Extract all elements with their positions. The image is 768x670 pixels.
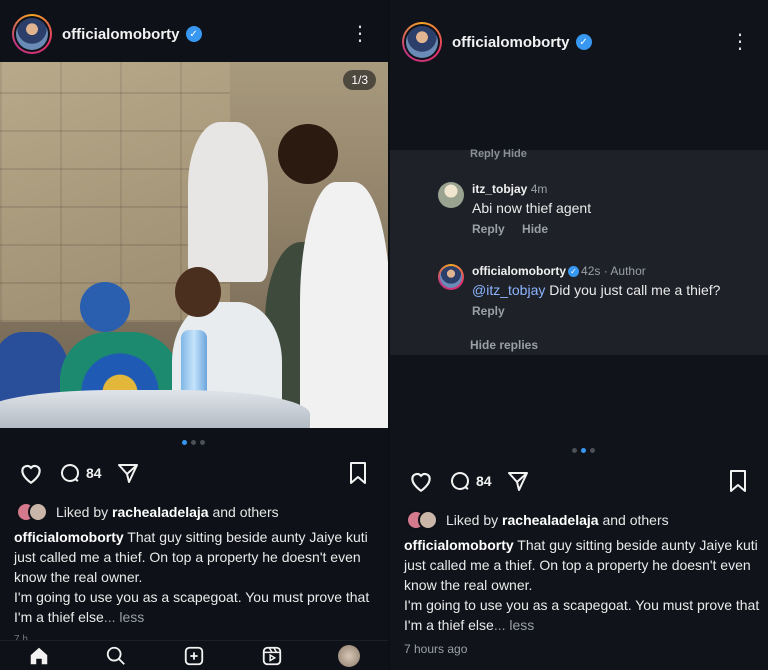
post-actions: 84	[0, 458, 388, 488]
liker-avatar	[28, 502, 48, 522]
liker-avatar	[418, 510, 438, 530]
photo-car	[0, 390, 310, 428]
verified-badge-icon: ✓	[575, 34, 592, 50]
comment-item: itz_tobjay 4m Abi now thief agent Reply …	[438, 182, 591, 236]
likes-suffix: and others	[598, 512, 669, 528]
caption-text-2: I'm going to use you as a scapegoat. You…	[14, 589, 370, 625]
comment-time: 4m	[530, 182, 548, 196]
post-timestamp: 7 hours ago	[404, 642, 468, 656]
comments-overlay: Reply Hide itz_tobjay 4m Abi now thief a…	[390, 148, 768, 355]
liker-username[interactable]: rachealadelaja	[502, 512, 599, 528]
avatar	[16, 18, 48, 50]
right-post-panel: officialomoborty ✓ ⋮ Reply Hide itz_tobj…	[390, 0, 768, 670]
post-header: officialomoborty ✓ ⋮	[390, 12, 768, 72]
comment-body: itz_tobjay 4m Abi now thief agent Reply …	[472, 182, 591, 236]
more-vertical-icon[interactable]: ⋮	[350, 24, 370, 44]
carousel-dot	[182, 440, 187, 445]
comment-count: 84	[86, 465, 102, 481]
carousel-dot	[200, 440, 205, 445]
caption-username[interactable]: officialomoborty	[404, 537, 514, 553]
comment-links: Reply Hide	[472, 222, 591, 236]
likes-prefix: Liked by	[56, 504, 113, 520]
likes-row[interactable]: Liked by rachealadelaja and others	[16, 502, 279, 522]
photo-person-head	[175, 267, 221, 317]
comment-links: Reply	[472, 304, 720, 318]
carousel-dots	[572, 448, 595, 453]
post-actions: 84	[390, 466, 768, 496]
comment-count: 84	[476, 473, 492, 489]
story-avatar[interactable]	[402, 22, 442, 62]
profile-avatar	[338, 644, 361, 667]
photo-person	[188, 122, 268, 282]
carousel-dot	[590, 448, 595, 453]
comment-icon[interactable]: 84	[448, 469, 492, 493]
partial-comment-links: Reply Hide	[470, 148, 527, 160]
photo-person-head	[278, 124, 338, 184]
comment-meta: itz_tobjay 4m	[472, 182, 591, 196]
post-username[interactable]: officialomoborty	[452, 34, 570, 51]
more-vertical-icon[interactable]: ⋮	[730, 32, 750, 52]
verified-badge-icon: ✓	[185, 26, 202, 42]
photo-person-head	[80, 282, 130, 332]
post-header: officialomoborty ✓ ⋮	[0, 4, 388, 64]
post-photo[interactable]: 1/3	[0, 62, 388, 428]
hide-link[interactable]: Hide	[522, 222, 548, 236]
heart-icon[interactable]	[408, 469, 434, 493]
carousel-dot	[572, 448, 577, 453]
profile-icon[interactable]	[337, 644, 361, 668]
bottom-nav	[0, 640, 388, 670]
caption-less-link[interactable]: ... less	[104, 609, 144, 625]
reply-link[interactable]: Reply	[472, 304, 505, 318]
caption-less-link[interactable]: ... less	[494, 617, 534, 633]
likes-text: Liked by rachealadelaja and others	[446, 512, 669, 528]
mention-link[interactable]: @itz_tobjay	[472, 282, 545, 298]
post-caption: officialomoborty That guy sitting beside…	[14, 527, 384, 627]
caption-text-2: I'm going to use you as a scapegoat. You…	[404, 597, 760, 633]
story-avatar[interactable]	[12, 14, 52, 54]
share-icon[interactable]	[506, 469, 530, 493]
post-username[interactable]: officialomoborty	[62, 26, 180, 43]
commenter-username[interactable]: itz_tobjay	[472, 182, 527, 196]
bookmark-icon[interactable]	[348, 461, 368, 485]
commenter-avatar[interactable]	[438, 264, 464, 290]
carousel-counter: 1/3	[343, 70, 376, 90]
comment-text-body: Did you just call me a thief?	[545, 282, 721, 298]
reels-icon[interactable]	[260, 644, 284, 668]
comment-meta: officialomoborty ✓ 42s · Author	[472, 264, 720, 278]
avatar	[406, 26, 438, 58]
home-icon[interactable]	[27, 644, 51, 668]
comment-body: officialomoborty ✓ 42s · Author @itz_tobja…	[472, 264, 720, 318]
comment-time: 42s	[581, 264, 601, 278]
commenter-username[interactable]: officialomoborty	[472, 264, 566, 278]
create-icon[interactable]	[182, 644, 206, 668]
liker-username[interactable]: rachealadelaja	[112, 504, 209, 520]
heart-icon[interactable]	[18, 461, 44, 485]
bookmark-icon[interactable]	[728, 469, 748, 493]
verified-badge-icon: ✓	[568, 266, 580, 278]
comment-item: officialomoborty ✓ 42s · Author @itz_tobja…	[438, 264, 720, 318]
share-icon[interactable]	[116, 461, 140, 485]
likes-suffix: and others	[208, 504, 279, 520]
search-icon[interactable]	[104, 644, 128, 668]
reply-link[interactable]: Reply	[472, 222, 505, 236]
comment-text: @itz_tobjay Did you just call me a thief…	[472, 282, 720, 298]
carousel-dot	[191, 440, 196, 445]
comment-text: Abi now thief agent	[472, 200, 592, 216]
carousel-dots	[182, 440, 205, 445]
caption-username[interactable]: officialomoborty	[14, 529, 124, 545]
likes-row[interactable]: Liked by rachealadelaja and others	[406, 510, 669, 530]
post-caption: officialomoborty That guy sitting beside…	[404, 535, 768, 635]
comment-icon[interactable]: 84	[58, 461, 102, 485]
likes-text: Liked by rachealadelaja and others	[56, 504, 279, 520]
hide-replies-link[interactable]: Hide replies	[470, 338, 538, 352]
photo-person	[300, 182, 388, 428]
author-label: · Author	[603, 264, 646, 278]
likes-prefix: Liked by	[446, 512, 503, 528]
left-post-panel: officialomoborty ✓ ⋮ 1/3 84 Liked by rac…	[0, 0, 388, 670]
commenter-avatar[interactable]	[438, 182, 464, 208]
carousel-dot	[581, 448, 586, 453]
